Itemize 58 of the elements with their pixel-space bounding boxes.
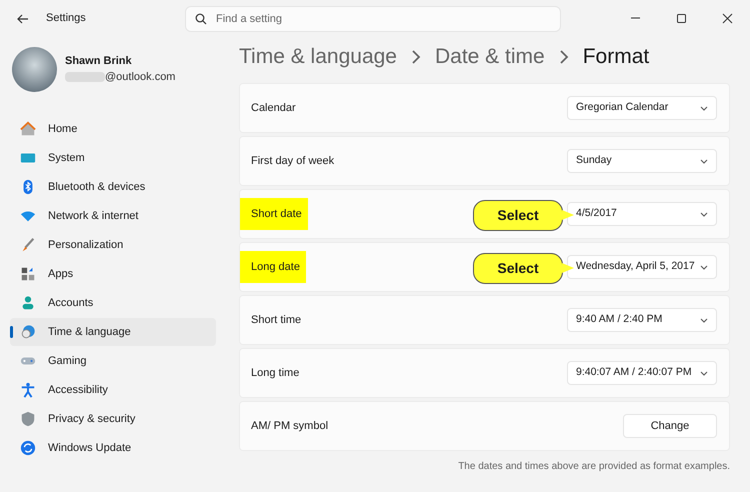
dropdown[interactable]: 9:40:07 AM / 2:40:07 PM [567,361,717,385]
apps-icon [20,266,36,282]
setting-label: AM/ PM symbol [251,418,328,434]
setting-label: Short date [240,198,308,230]
setting-label: Calendar [251,100,296,116]
chevron-down-icon [700,264,708,270]
change-button[interactable]: Change [623,414,717,438]
avatar [12,46,57,92]
house-icon [20,121,36,137]
shield-icon [20,411,36,427]
dropdown[interactable]: Wednesday, April 5, 2017 [567,255,717,279]
chevron-down-icon [700,318,708,322]
breadcrumb-link[interactable]: Time & language [239,41,397,73]
setting-label: Long time [251,366,300,381]
sidebar-item[interactable]: System [10,144,216,172]
callout-bubble: Select [473,253,563,284]
accessibility-icon [20,382,36,398]
chevron-down-icon [700,158,708,164]
dropdown[interactable]: Sunday [567,149,717,173]
account-email: @outlook.com [105,70,176,85]
globe-clock-icon [20,324,36,340]
dropdown[interactable]: 4/5/2017 [567,202,717,226]
sidebar-item[interactable]: Windows Update [10,434,216,462]
footnote: The dates and times above are provided as format examples. [457,460,730,474]
close-icon [722,13,732,24]
chevron-down-icon [700,370,708,376]
sidebar-item[interactable]: Gaming [10,347,216,375]
sidebar-item[interactable]: Accessibility [10,376,216,404]
sidebar-item[interactable]: Bluetooth & devices [10,173,216,201]
sidebar-item[interactable]: Network & internet [10,202,216,230]
setting-label: Long date [240,250,306,284]
person-icon [20,295,36,311]
callout-bubble: Select [473,200,563,231]
sidebar-item[interactable]: Home [10,115,216,143]
sidebar-item[interactable]: Personalization [10,231,216,259]
chevron-icon [410,50,421,64]
breadcrumb-link[interactable]: Date & time [434,41,545,73]
chevron-down-icon [700,212,708,216]
setting-label: First day of week [251,154,334,169]
account-name: Shawn Brink [65,54,133,68]
dropdown[interactable]: Gregorian Calendar [567,96,717,120]
back-arrow-icon [17,14,29,24]
chevron-down-icon [700,106,708,110]
search-field[interactable]: Find a setting [185,6,561,32]
search-icon [195,12,207,24]
dropdown[interactable]: 9:40 AM / 2:40 PM [567,308,717,332]
refresh-icon [20,440,36,456]
selection-indicator [10,326,13,338]
sidebar-item[interactable]: Apps [10,260,216,288]
sidebar-item[interactable]: Privacy & security [10,405,216,433]
chevron-icon [558,50,569,64]
paintbrush-icon [20,237,36,253]
sidebar-item[interactable]: Accounts [10,289,216,317]
page-title: Format [582,44,650,70]
maximize-icon [676,13,686,24]
setting-label: Short time [251,312,302,328]
window-title: Settings [46,11,87,26]
sidebar-item[interactable]: Time & language [10,318,216,346]
